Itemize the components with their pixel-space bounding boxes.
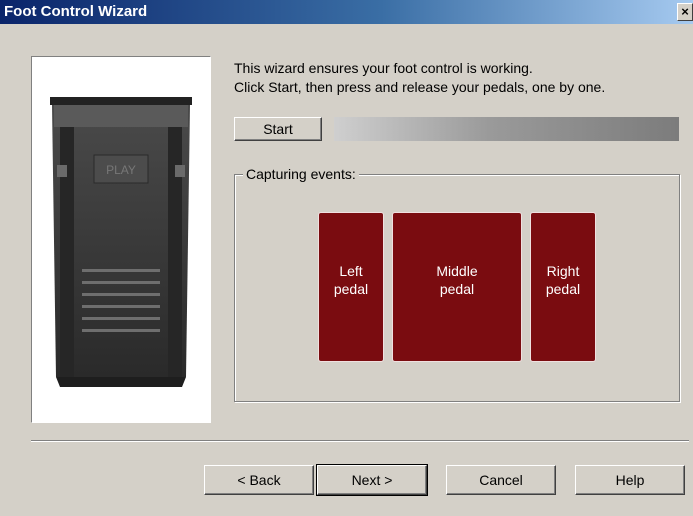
capturing-events-label: Capturing events: — [243, 166, 359, 182]
title-bar[interactable]: Foot Control Wizard × — [0, 0, 693, 24]
progress-bar — [334, 117, 679, 141]
foot-control-image-frame: PLAY — [31, 56, 211, 423]
instruction-line-2: Click Start, then press and release your… — [234, 79, 606, 95]
left-pedal-label-line2: pedal — [333, 281, 369, 297]
right-pedal[interactable]: Right pedal — [530, 212, 596, 362]
instruction-line-1: This wizard ensures your foot control is… — [234, 60, 533, 76]
middle-pedal[interactable]: Middle pedal — [392, 212, 522, 362]
start-button[interactable]: Start — [234, 117, 322, 141]
window-title: Foot Control Wizard — [4, 3, 148, 20]
cancel-button[interactable]: Cancel — [446, 465, 556, 495]
right-pedal-label-line2: pedal — [545, 281, 581, 297]
middle-pedal-label-line2: pedal — [439, 281, 475, 297]
next-button[interactable]: Next > — [316, 464, 428, 496]
left-pedal[interactable]: Left pedal — [318, 212, 384, 362]
close-icon: × — [681, 4, 689, 19]
close-button[interactable]: × — [677, 3, 693, 21]
footer-separator — [31, 440, 689, 442]
left-pedal-label-line1: Left — [339, 263, 363, 279]
right-pedal-label-line1: Right — [546, 263, 580, 279]
middle-pedal-label-line1: Middle — [436, 263, 478, 279]
back-button[interactable]: < Back — [204, 465, 314, 495]
help-button[interactable]: Help — [575, 465, 685, 495]
foot-control-image: PLAY — [50, 97, 192, 387]
pedal-play-label: PLAY — [106, 163, 136, 177]
